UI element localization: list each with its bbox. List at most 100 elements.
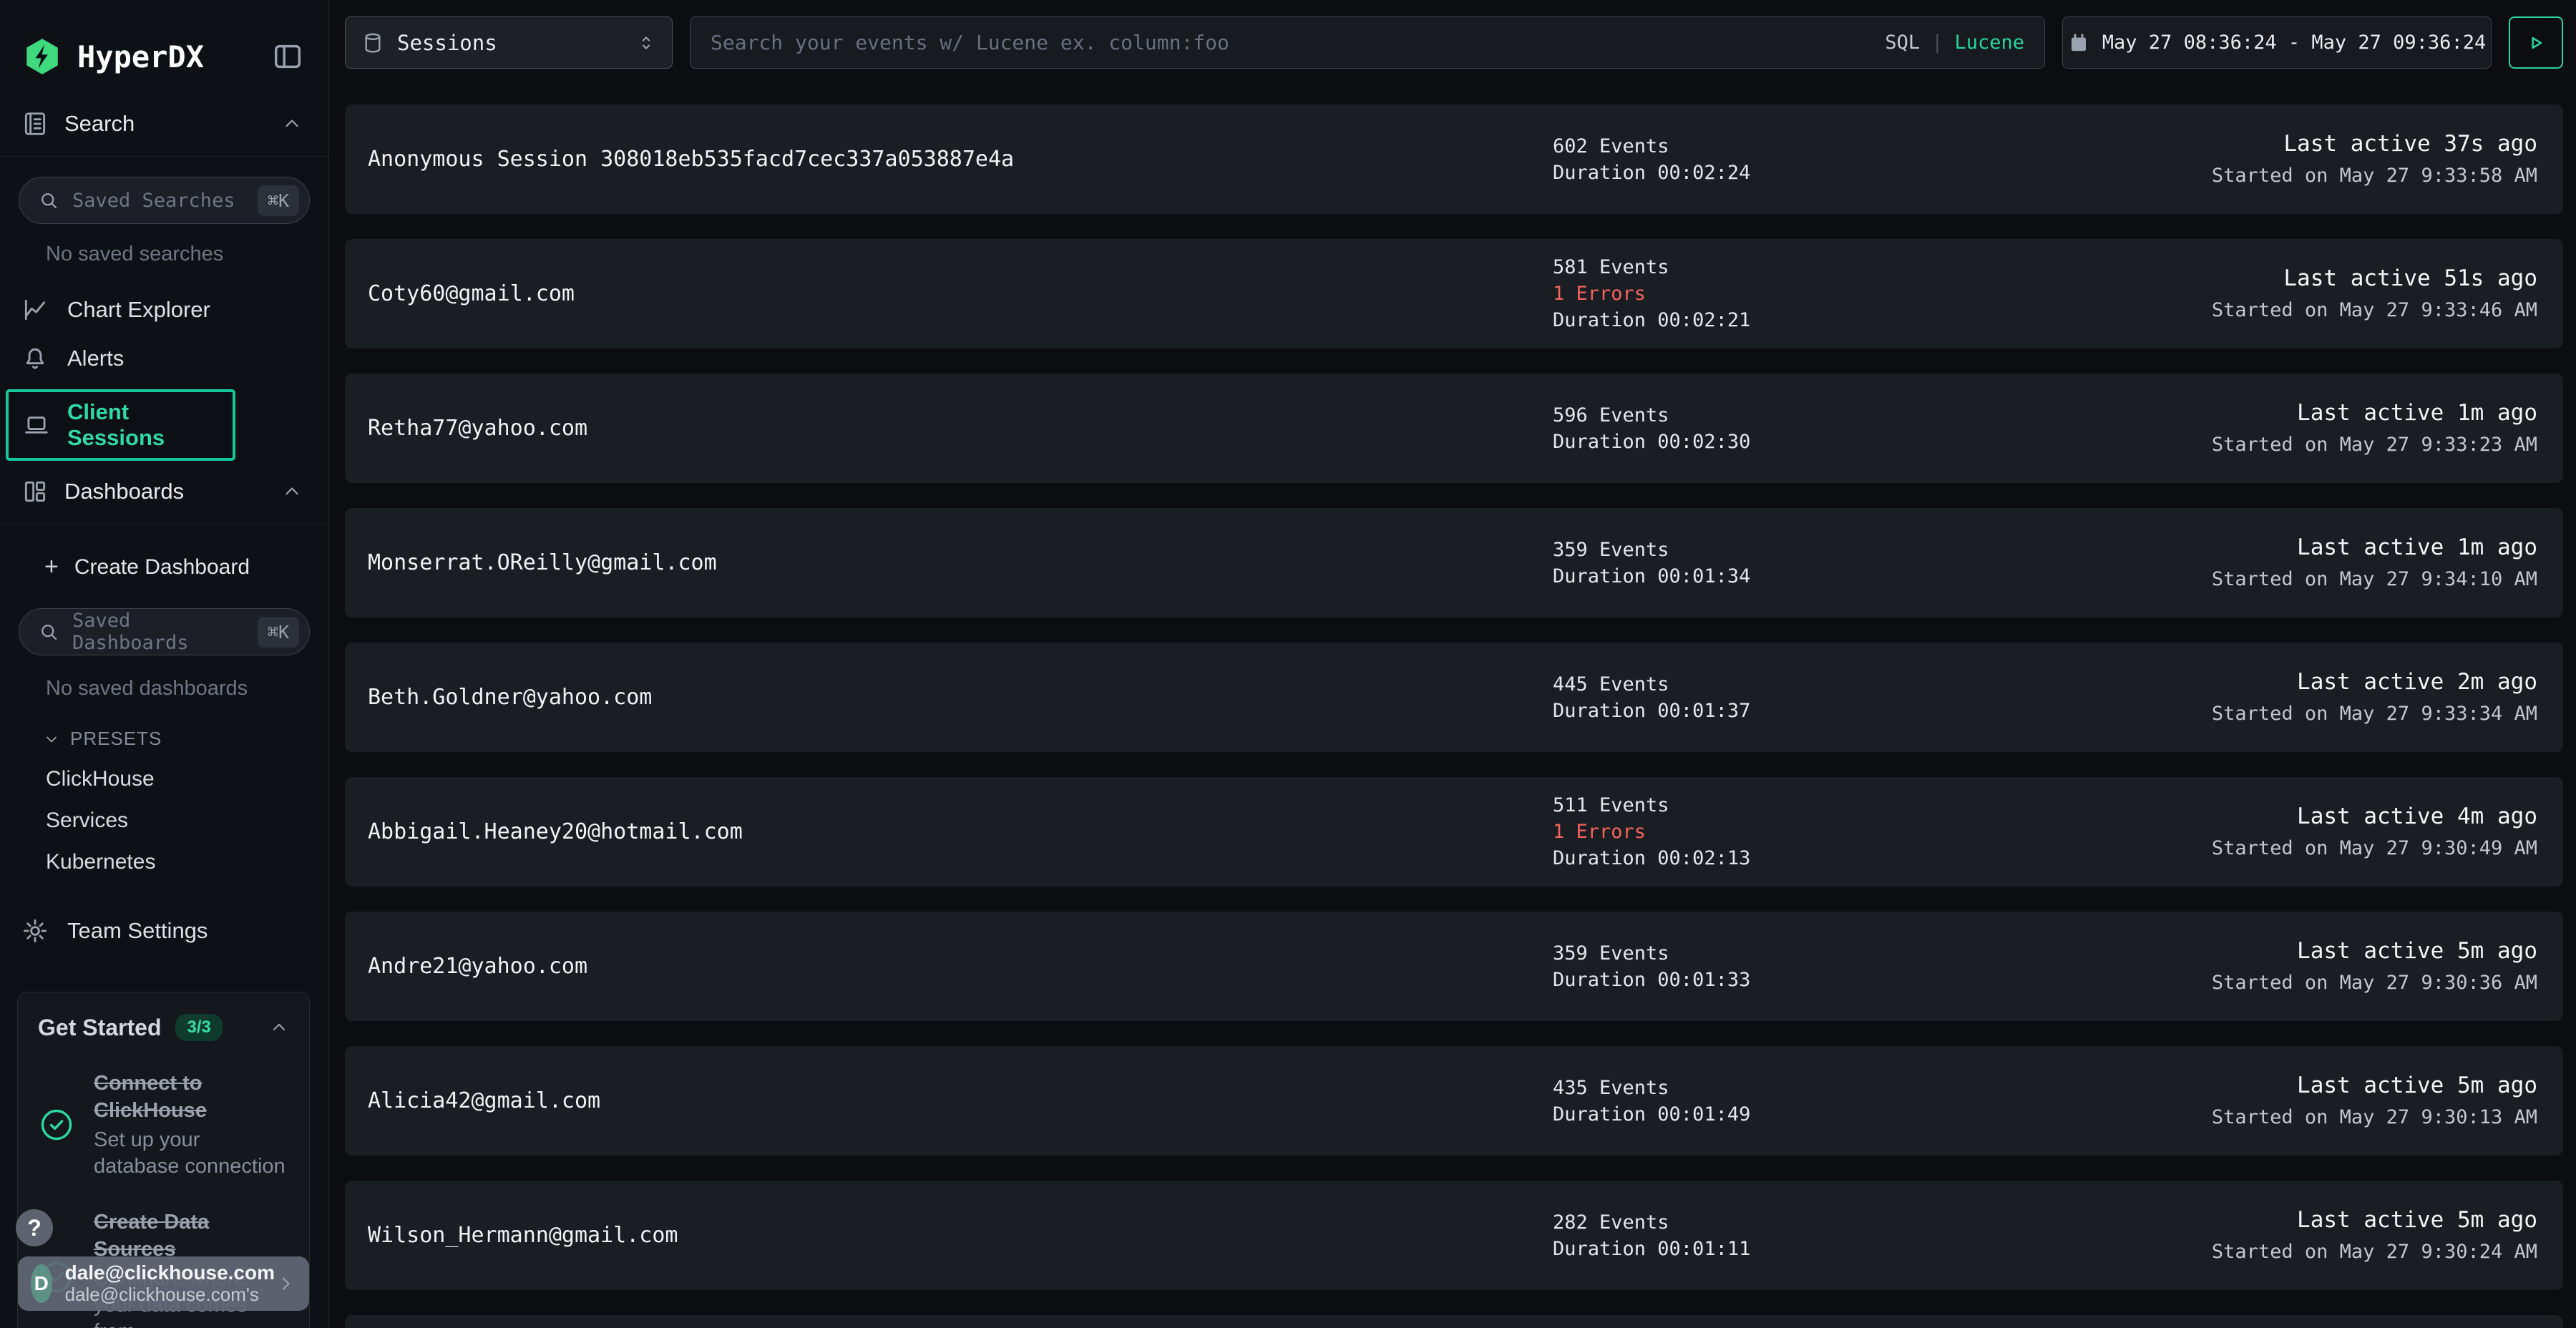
session-times: Last active 51s ago Started on May 27 9:…: [2212, 268, 2537, 320]
session-name: Alicia42@gmail.com: [368, 1088, 1553, 1113]
user-menu[interactable]: D dale@clickhouse.com dale@clickhouse.co…: [18, 1256, 309, 1311]
date-range-picker[interactable]: May 27 08:36:24 - May 27 09:36:24: [2062, 16, 2492, 69]
session-name: Anonymous Session 308018eb535facd7cec337…: [368, 147, 1553, 172]
presets-label: PRESETS: [70, 728, 162, 750]
session-stats: 602 Events Duration 00:02:24: [1553, 137, 2212, 182]
preset-services[interactable]: Services: [46, 809, 328, 833]
get-started-title: Get Started: [38, 1015, 161, 1041]
no-saved-searches-text: No saved searches: [46, 243, 328, 266]
session-stats: 445 Events Duration 00:01:37: [1553, 675, 2212, 721]
bell-icon: [21, 345, 49, 372]
session-events: 359 Events: [1553, 540, 2212, 560]
sidebar-item-chart-explorer[interactable]: Chart Explorer: [0, 296, 328, 323]
session-card[interactable]: Anonymous Session 308018eb535facd7cec337…: [345, 104, 2563, 214]
create-dashboard-button[interactable]: + Create Dashboard: [44, 553, 328, 581]
sidebar-item-alerts[interactable]: Alerts: [0, 345, 328, 372]
question-mark-icon: ?: [27, 1215, 42, 1241]
get-started-header[interactable]: Get Started 3/3: [38, 1014, 289, 1041]
session-errors: 1 Errors: [1553, 822, 2212, 841]
sidebar-item-dashboards[interactable]: Dashboards: [0, 478, 328, 524]
saved-searches-input[interactable]: Saved Searches ⌘K: [19, 177, 310, 224]
search-section-icon: [21, 110, 49, 137]
presets-toggle[interactable]: PRESETS: [43, 728, 328, 750]
session-started: Started on May 27 9:34:10 AM: [2212, 570, 2537, 589]
user-email: dale@clickhouse.com: [65, 1261, 275, 1284]
query-language-toggle: SQL | Lucene: [1885, 31, 2024, 54]
session-started: Started on May 27 9:33:34 AM: [2212, 704, 2537, 723]
database-icon: [361, 31, 384, 54]
session-duration: Duration 00:01:11: [1553, 1239, 2212, 1259]
session-events: 596 Events: [1553, 406, 2212, 425]
session-events: 445 Events: [1553, 675, 2212, 694]
search-section-label: Search: [64, 111, 135, 137]
session-last-active: Last active 2m ago: [2297, 671, 2537, 693]
session-card[interactable]: Wilson_Hermann@gmail.com 282 Events Dura…: [345, 1181, 2563, 1290]
chevron-up-icon[interactable]: [281, 481, 303, 502]
session-stats: 596 Events Duration 00:02:30: [1553, 406, 2212, 451]
chart-explorer-label: Chart Explorer: [67, 297, 210, 323]
alerts-label: Alerts: [67, 346, 124, 371]
session-started: Started on May 27 9:30:24 AM: [2212, 1242, 2537, 1261]
event-search-input[interactable]: Search your events w/ Lucene ex. column:…: [690, 16, 2045, 69]
session-card[interactable]: Coty60@gmail.com 581 Events 1 Errors Dur…: [345, 239, 2563, 348]
avatar: D: [31, 1264, 52, 1303]
session-started: Started on May 27 9:33:46 AM: [2212, 301, 2537, 320]
session-events: 282 Events: [1553, 1213, 2212, 1232]
session-name: Abbigail.Heaney20@hotmail.com: [368, 819, 1553, 844]
session-times: Last active 1m ago Started on May 27 9:3…: [2212, 402, 2537, 454]
session-card[interactable]: Andre21@yahoo.com 359 Events Duration 00…: [345, 912, 2563, 1021]
get-started-item-subtitle: Set up your database connection: [94, 1127, 289, 1180]
session-times: Last active 4m ago Started on May 27 9:3…: [2212, 806, 2537, 858]
sidebar-item-team-settings[interactable]: Team Settings: [0, 917, 328, 944]
app-title: HyperDX: [77, 39, 204, 74]
session-card[interactable]: Beth.Goldner@yahoo.com 445 Events Durati…: [345, 643, 2563, 752]
session-stats: 581 Events 1 Errors Duration 00:02:21: [1553, 258, 2212, 330]
session-last-active: Last active 5m ago: [2297, 940, 2537, 962]
session-started: Started on May 27 9:33:23 AM: [2212, 435, 2537, 454]
session-card[interactable]: Monserrat.OReilly@gmail.com 359 Events D…: [345, 508, 2563, 617]
session-card[interactable]: Retha77@yahoo.com 596 Events Duration 00…: [345, 374, 2563, 483]
source-select[interactable]: Sessions: [345, 16, 673, 69]
saved-dashboards-input[interactable]: Saved Dashboards ⌘K: [19, 608, 310, 655]
chevron-up-icon[interactable]: [281, 113, 303, 135]
search-icon: [38, 190, 59, 211]
preset-kubernetes[interactable]: Kubernetes: [46, 850, 328, 874]
sidebar-item-client-sessions[interactable]: Client Sessions: [6, 389, 235, 461]
sidebar-collapse-icon[interactable]: [271, 40, 304, 73]
session-times: Last active 2m ago Started on May 27 9:3…: [2212, 671, 2537, 723]
session-name: Andre21@yahoo.com: [368, 954, 1553, 979]
get-started-item[interactable]: Connect to ClickHouse Set up your databa…: [38, 1070, 289, 1180]
logo-row: HyperDX: [0, 0, 328, 77]
session-duration: Duration 00:01:37: [1553, 701, 2212, 721]
main-content: Sessions Search your events w/ Lucene ex…: [329, 0, 2576, 1328]
session-card[interactable]: Abbigail.Heaney20@hotmail.com 511 Events…: [345, 777, 2563, 887]
preset-clickhouse[interactable]: ClickHouse: [46, 767, 328, 791]
session-times: Last active 5m ago Started on May 27 9:3…: [2212, 1209, 2537, 1261]
get-started-progress-badge: 3/3: [175, 1014, 222, 1041]
chevron-down-icon: [43, 731, 60, 748]
session-events: 359 Events: [1553, 944, 2212, 963]
sql-toggle[interactable]: SQL: [1885, 31, 1920, 54]
session-duration: Duration 00:02:13: [1553, 849, 2212, 868]
session-times: Last active 1m ago Started on May 27 9:3…: [2212, 537, 2537, 589]
create-dashboard-label: Create Dashboard: [74, 555, 250, 580]
session-last-active: Last active 5m ago: [2297, 1209, 2537, 1231]
get-started-item-title: Create Data Sources: [94, 1211, 209, 1261]
help-button[interactable]: ?: [16, 1209, 53, 1246]
session-duration: Duration 00:01:34: [1553, 567, 2212, 586]
session-card[interactable]: Alicia42@gmail.com 435 Events Duration 0…: [345, 1046, 2563, 1156]
session-events: 435 Events: [1553, 1078, 2212, 1098]
lucene-toggle[interactable]: Lucene: [1954, 31, 2024, 54]
session-events: 602 Events: [1553, 137, 2212, 156]
select-chevrons-icon: [636, 33, 656, 53]
saved-searches-placeholder: Saved Searches: [72, 190, 235, 212]
session-started: Started on May 27 9:30:13 AM: [2212, 1108, 2537, 1127]
session-card-partial[interactable]: [345, 1315, 2563, 1328]
session-events: 581 Events: [1553, 258, 2212, 277]
chevron-up-icon[interactable]: [269, 1017, 289, 1038]
run-query-button[interactable]: [2509, 16, 2563, 69]
dashboard-grid-icon: [21, 478, 49, 505]
hyperdx-logo-icon: [21, 36, 63, 77]
session-stats: 359 Events Duration 00:01:33: [1553, 944, 2212, 990]
sidebar-item-search[interactable]: Search: [0, 110, 328, 157]
